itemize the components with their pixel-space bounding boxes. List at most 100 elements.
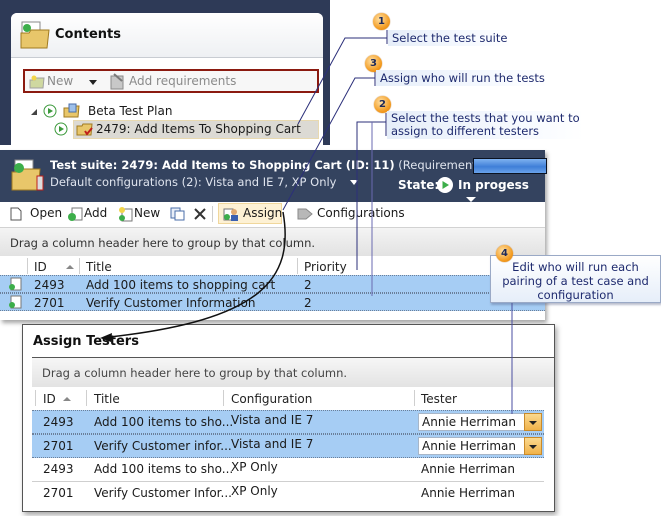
assign-label: Assign [243, 206, 283, 220]
run-play-icon [54, 122, 68, 136]
tester-dropdown[interactable]: Annie Herriman [418, 437, 542, 455]
new-dropdown-chevron-icon[interactable] [89, 80, 97, 85]
delete-x-icon[interactable] [193, 207, 207, 221]
assign-testers-icon [223, 208, 238, 221]
contents-toolbar: New Add requirements [23, 69, 319, 93]
copy-icon[interactable] [170, 207, 186, 221]
assign-testers-dialog: Assign Testers Drag a column header here… [22, 324, 555, 512]
contents-panel: Contents New Add requirements Beta Test … [11, 13, 323, 147]
sort-ascending-icon [66, 265, 74, 269]
tester-value: Annie Herriman [422, 439, 516, 453]
column-header-title[interactable]: Title [86, 260, 112, 274]
contents-folder-icon [20, 21, 50, 49]
configurations-icon [297, 208, 313, 220]
cell-id: 2701 [34, 296, 65, 310]
cell-configuration: Vista and IE 7 [231, 413, 314, 427]
test-suite-toolbar: Open Add New Assign Configurations [0, 202, 545, 228]
cell-configuration: XP Only [231, 460, 278, 474]
column-header-configuration[interactable]: Configuration [231, 392, 312, 406]
new-suite-icon [29, 75, 45, 89]
cell-id: 2493 [43, 462, 74, 476]
contents-title: Contents [55, 27, 121, 42]
column-header-id[interactable]: ID [34, 260, 47, 274]
column-header-priority[interactable]: Priority [304, 260, 347, 274]
dropdown-chevron-icon[interactable] [524, 437, 542, 455]
cell-title: Verify Customer Information [86, 296, 256, 310]
configurations-dropdown-chevron-icon[interactable] [350, 180, 359, 185]
group-by-bar[interactable]: Drag a column header here to group by th… [0, 228, 545, 257]
cell-tester: Annie Herriman [421, 486, 515, 500]
callout-2-line-2: assign to different testers [391, 124, 540, 138]
cell-title: Add 100 items to shopping cart [86, 278, 276, 292]
toolbar-separator [212, 206, 213, 222]
group-by-hint: Drag a column header here to group by th… [42, 366, 348, 380]
state-play-icon [437, 177, 453, 193]
test-suite-window: Test suite: 2479: Add Items to Shopping … [0, 150, 547, 320]
callout-badge-1: 1 [373, 13, 390, 30]
assign-testers-title: Assign Testers [33, 334, 139, 349]
tester-value: Annie Herriman [422, 415, 516, 429]
cell-priority: 2 [304, 278, 312, 292]
column-separator [414, 390, 415, 406]
column-header-title[interactable]: Title [94, 392, 120, 406]
open-button[interactable]: Open [30, 206, 62, 220]
callout-badge-4: 4 [496, 245, 513, 262]
open-icon [10, 207, 22, 221]
run-play-icon [43, 104, 57, 118]
callout-1-text: Select the test suite [388, 30, 512, 46]
suite-progress-bar [473, 158, 547, 174]
callout-2-text: Select the tests that you want to assign… [387, 111, 584, 139]
add-button[interactable]: Add [84, 206, 107, 220]
default-configurations[interactable]: Default configurations (2): Vista and IE… [50, 175, 359, 189]
assign-grid-header: ID Title Configuration Tester [32, 387, 554, 409]
cell-id: 2493 [43, 415, 74, 429]
tree-expand-icon[interactable] [31, 109, 37, 115]
assignment-row[interactable]: 2701 Verify Customer Infor... XP Only An… [32, 482, 544, 506]
test-case-icon [9, 277, 22, 291]
add-test-icon [68, 207, 83, 221]
column-header-tester[interactable]: Tester [421, 392, 457, 406]
add-requirements-icon [110, 73, 124, 90]
cell-title: Verify Customer Infor... [94, 486, 232, 500]
tree-item-label: Beta Test Plan [88, 104, 173, 118]
tester-dropdown[interactable]: Annie Herriman [418, 413, 542, 431]
callout-4-box: Edit who will run each pairing of a test… [490, 255, 661, 303]
cell-title: Add 100 items to sho... [94, 462, 234, 476]
sort-ascending-icon [63, 397, 71, 401]
column-header-id[interactable]: ID [43, 392, 56, 406]
test-row[interactable]: 2493 Add 100 items to shopping cart 2 [0, 275, 545, 293]
new-test-icon [119, 207, 133, 222]
test-row[interactable]: 2701 Verify Customer Information 2 [0, 293, 545, 311]
test-plan-icon [63, 103, 80, 118]
callout-3-text: Assign who will run the tests [376, 70, 549, 86]
test-suite-icon [76, 123, 93, 136]
cell-title: Add 100 items to sho... [94, 415, 234, 429]
contents-window-frame: Contents New Add requirements Beta Test … [0, 0, 330, 147]
column-separator [297, 258, 298, 274]
test-suite-title: Test suite: 2479: Add Items to Shopping … [50, 158, 514, 172]
dropdown-chevron-icon[interactable] [524, 413, 542, 431]
new-button[interactable]: New [47, 74, 73, 88]
configurations-button[interactable]: Configurations [317, 206, 405, 220]
cell-tester: Annie Herriman [421, 462, 515, 476]
assignment-row[interactable]: 2493 Add 100 items to sho... XP Only Ann… [32, 458, 544, 482]
state-label: State: [398, 178, 440, 192]
tree-item-selected-suite[interactable]: 2479: Add Items To Shopping Cart [54, 120, 319, 139]
assign-button[interactable]: Assign [218, 203, 282, 224]
test-suite-icon [11, 159, 44, 191]
callout-4-line-2: pairing of a test case and [502, 274, 649, 288]
contents-header: Contents [11, 13, 323, 58]
test-case-icon [9, 295, 22, 309]
group-by-hint: Drag a column header here to group by th… [10, 236, 316, 250]
column-separator [223, 390, 224, 406]
test-grid-header: ID Title Priority [0, 256, 545, 276]
assignment-row[interactable]: 2701 Verify Customer infor... Vista and … [32, 434, 544, 458]
column-separator [86, 390, 87, 406]
cell-priority: 2 [304, 296, 312, 310]
cell-title: Verify Customer infor... [94, 439, 232, 453]
group-by-bar[interactable]: Drag a column header here to group by th… [32, 357, 554, 388]
assignment-row[interactable]: 2493 Add 100 items to sho... Vista and I… [32, 410, 544, 434]
tree-item-label: 2479: Add Items To Shopping Cart [96, 122, 301, 136]
add-requirements-button[interactable]: Add requirements [129, 74, 236, 88]
new-button[interactable]: New [134, 206, 160, 220]
